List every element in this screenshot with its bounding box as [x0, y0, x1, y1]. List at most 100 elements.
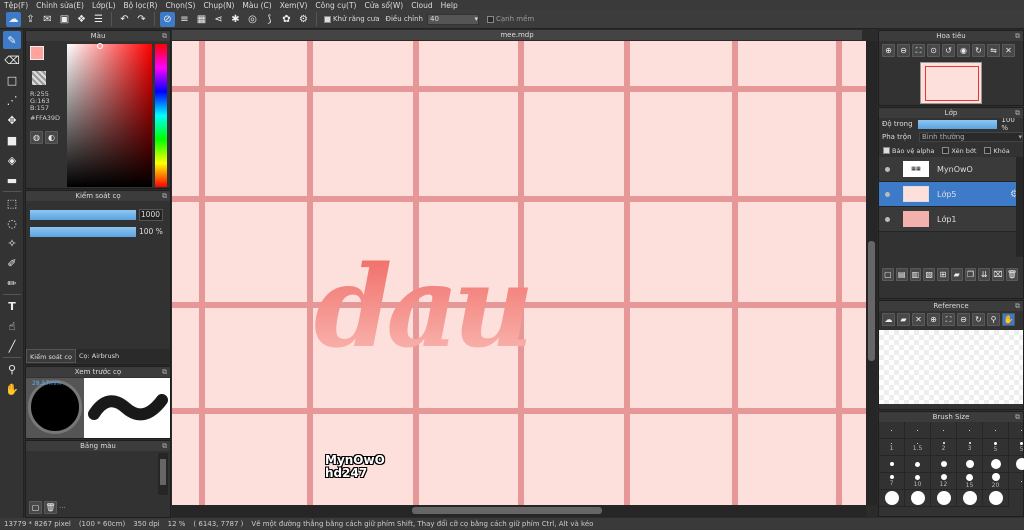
visibility-icon[interactable] — [885, 216, 890, 222]
gear-icon[interactable]: ⚙ — [296, 12, 311, 27]
brush-size-preset[interactable]: 20 — [983, 473, 1009, 490]
menu-select[interactable]: Chọn(S) — [165, 1, 195, 10]
menu-cloud[interactable]: Cloud — [411, 1, 432, 10]
saturation-value-picker[interactable] — [67, 43, 152, 187]
divide-tool-icon[interactable]: ╱ — [3, 337, 21, 355]
brush-opacity-slider[interactable] — [30, 227, 136, 237]
new-1bit-layer-icon[interactable]: ▧ — [923, 267, 936, 281]
brush-size-preset[interactable]: 1 — [879, 439, 905, 456]
eyedropper-icon[interactable]: ⚲ — [987, 313, 1000, 326]
layer-opacity-slider[interactable] — [917, 119, 998, 129]
brush-tool-icon[interactable]: ✎ — [3, 31, 21, 49]
parallel-snap-icon[interactable]: ≡ — [177, 12, 192, 27]
cloud-upload-icon[interactable]: ☁ — [882, 313, 895, 326]
trash-icon[interactable]: 🗑 — [44, 501, 57, 514]
bucket-tool-icon[interactable]: ◈ — [3, 151, 21, 169]
hand-tool-icon[interactable]: ✋ — [3, 380, 21, 398]
undock-icon[interactable]: ⧉ — [162, 191, 167, 201]
protect-alpha-toggle[interactable]: Bảo vệ alpha — [883, 147, 934, 155]
undock-icon[interactable]: ⧉ — [1015, 108, 1020, 118]
undock-icon[interactable]: ⧉ — [1015, 31, 1020, 41]
rectangle-tool-icon[interactable]: □ — [3, 71, 21, 89]
redo-icon[interactable]: ↷ — [134, 12, 149, 27]
select-tool-icon[interactable]: ⬚ — [3, 194, 21, 212]
new-halftone-layer-icon[interactable]: ▤ — [895, 267, 908, 281]
menu-color[interactable]: Màu (C) — [242, 1, 271, 10]
canvas-vertical-scrollbar[interactable] — [866, 41, 877, 505]
lasso-tool-icon[interactable]: ◌ — [3, 214, 21, 232]
new-palette-icon[interactable]: ▢ — [29, 501, 42, 514]
gradient-tool-icon[interactable]: ▬ — [3, 171, 21, 189]
layer-row-selected[interactable]: Lớp5 ⚙ — [879, 182, 1023, 207]
navigator-thumbnail[interactable] — [920, 62, 982, 104]
reference-canvas[interactable] — [879, 330, 1023, 404]
zoom-in-icon[interactable]: ⊕ — [927, 313, 940, 326]
menu-filter[interactable]: Bộ lọc(R) — [124, 1, 158, 10]
palette-icon[interactable]: ◍ — [30, 131, 43, 144]
perspective-snap-icon[interactable]: ⋖ — [211, 12, 226, 27]
menu-layer[interactable]: Lớp(L) — [92, 1, 116, 10]
rotate-reset-icon[interactable]: ◉ — [957, 44, 970, 57]
layers-icon[interactable]: ❖ — [74, 12, 89, 27]
eraser-tool-icon[interactable]: ⌫ — [3, 51, 21, 69]
brush-size-preset[interactable] — [879, 456, 905, 473]
brush-size-preset[interactable] — [931, 490, 957, 507]
brush-size-preset[interactable] — [905, 456, 931, 473]
menu-edit[interactable]: Chỉnh sửa(E) — [36, 1, 84, 10]
layer-name[interactable]: Lớp5 — [937, 190, 957, 199]
merge-down-icon[interactable]: ⇊ — [978, 267, 991, 281]
fit-icon[interactable]: ⛶ — [942, 313, 955, 326]
chat-icon[interactable]: ✉ — [40, 12, 55, 27]
zoom-out-icon[interactable]: ⊖ — [957, 313, 970, 326]
soft-edge-toggle[interactable]: Cạnh mềm — [487, 15, 534, 23]
clipping-toggle[interactable]: Xén bớt — [942, 147, 976, 155]
zoom-in-icon[interactable]: ⊕ — [882, 44, 895, 57]
undock-icon[interactable]: ⧉ — [1015, 301, 1020, 311]
menu-tools[interactable]: Công cụ(T) — [315, 1, 356, 10]
brush-size-preset[interactable] — [1009, 456, 1024, 473]
snap-settings-icon[interactable]: ✿ — [279, 12, 294, 27]
brush-size-input[interactable]: 1000 — [139, 209, 163, 221]
cloud-icon[interactable]: ☁ — [6, 11, 21, 27]
menu-window[interactable]: Cửa sổ(W) — [364, 1, 403, 10]
antialias-toggle[interactable]: Khử răng cưa — [324, 15, 380, 23]
undock-icon[interactable]: ⧉ — [162, 367, 167, 377]
dot-tool-icon[interactable]: ⋰ — [3, 91, 21, 109]
actual-size-icon[interactable]: ⊙ — [927, 44, 940, 57]
fill-rect-tool-icon[interactable]: ■ — [3, 131, 21, 149]
visibility-icon[interactable] — [885, 166, 890, 172]
circle-snap-icon[interactable]: ◎ — [245, 12, 260, 27]
layer-list-scrollbar[interactable] — [1016, 157, 1023, 257]
navigator-viewport-frame[interactable] — [925, 66, 979, 101]
menu-capture[interactable]: Chụp(N) — [203, 1, 234, 10]
brush-size-preset[interactable]: 7 — [879, 473, 905, 490]
canvas-horizontal-scrollbar[interactable] — [172, 505, 866, 517]
brush-size-preset[interactable] — [931, 422, 957, 439]
rotate-left-icon[interactable]: ↺ — [942, 44, 955, 57]
transparent-color-swatch[interactable] — [32, 71, 46, 85]
tab-brush-airbrush[interactable]: Cọ: Airbrush — [76, 349, 122, 363]
drawing-canvas[interactable]: dau MynOwO hd247 — [172, 41, 866, 505]
no-snap-icon[interactable]: ⊘ — [160, 11, 175, 27]
brush-size-preset[interactable] — [983, 490, 1009, 507]
antialias-checkbox[interactable] — [324, 15, 331, 23]
menu-file[interactable]: Tệp(F) — [4, 1, 28, 10]
hand-icon[interactable]: ✋ — [1002, 313, 1015, 326]
curve-snap-icon[interactable]: ⟆ — [262, 12, 277, 27]
brush-size-preset[interactable]: 3 — [957, 439, 983, 456]
duplicate-layer-icon[interactable]: ❐ — [964, 267, 977, 281]
rotate-right-icon[interactable]: ↻ — [972, 44, 985, 57]
undock-icon[interactable]: ⧉ — [162, 31, 167, 41]
hue-slider[interactable] — [155, 44, 167, 187]
brush-size-preset[interactable] — [879, 490, 905, 507]
brush-size-preset[interactable]: 5 — [1009, 439, 1024, 456]
new-layer-menu-icon[interactable]: ⊞ — [937, 267, 949, 281]
folder-icon[interactable]: ▰ — [950, 267, 963, 281]
select-pen-tool-icon[interactable]: ✐ — [3, 254, 21, 272]
clipping-checkbox[interactable] — [942, 147, 950, 154]
foreground-color-swatch[interactable] — [30, 46, 44, 60]
brush-size-preset[interactable] — [983, 456, 1009, 473]
new-layer-icon[interactable]: ▢ — [882, 267, 894, 281]
brush-size-preset[interactable] — [957, 456, 983, 473]
undock-icon[interactable]: ⧉ — [1015, 412, 1020, 422]
